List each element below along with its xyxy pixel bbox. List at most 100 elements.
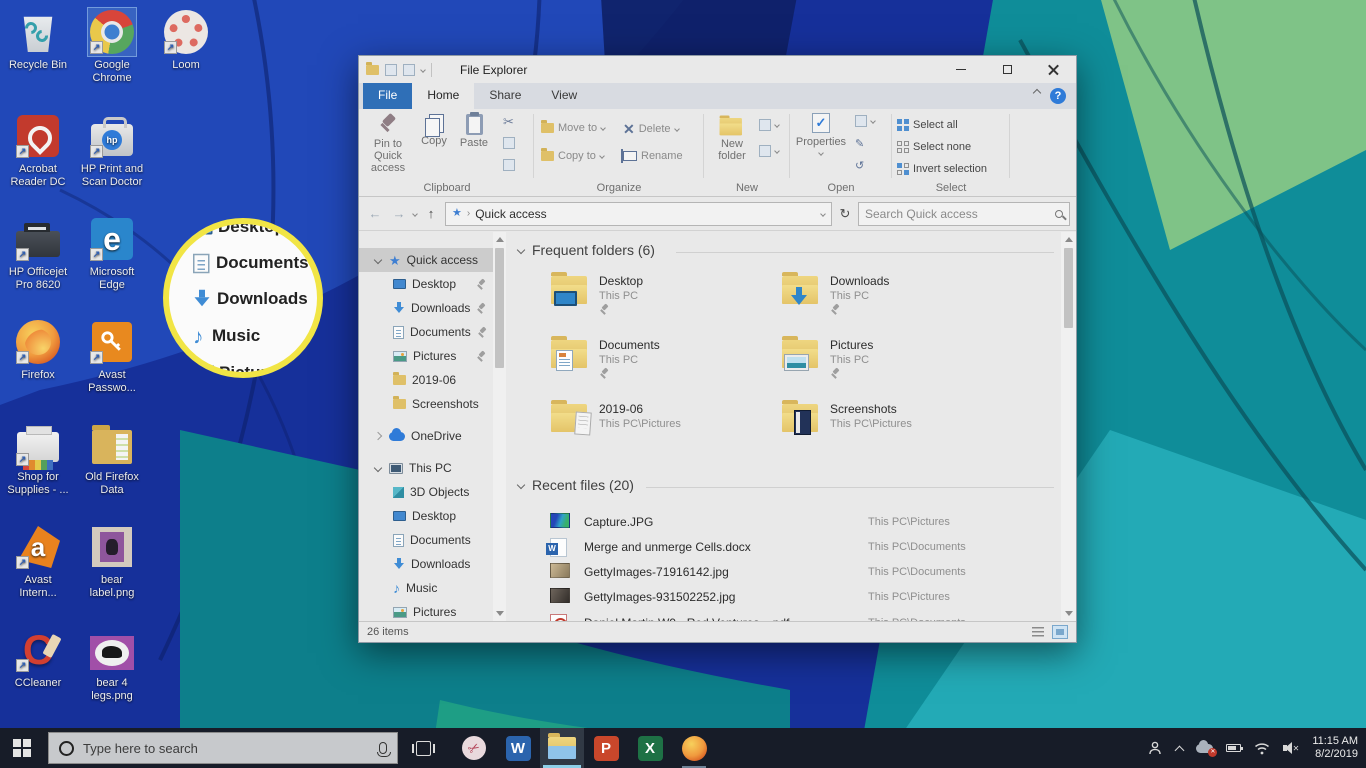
recent-file-row[interactable]: Capture.JPG This PC\Pictures (550, 512, 1046, 534)
copy-button[interactable]: Copy (415, 113, 453, 147)
nav-this-pc[interactable]: This PC (359, 456, 493, 480)
chevron-right-icon[interactable] (373, 431, 383, 441)
nav-scrollbar[interactable] (493, 232, 506, 621)
microphone-icon[interactable] (377, 742, 391, 757)
nav-pc-downloads[interactable]: Downloads (359, 552, 493, 576)
pin-to-quick-access-button[interactable]: Pin to Quick access (363, 113, 413, 174)
recent-file-row[interactable]: GettyImages-931502252.jpg This PC\Pictur… (550, 587, 1046, 609)
maximize-button[interactable] (984, 56, 1030, 83)
copy-path-button[interactable] (503, 137, 515, 149)
frequent-folders-header[interactable]: Frequent folders (6) (516, 242, 655, 258)
scroll-up-icon[interactable] (1064, 237, 1073, 242)
title-bar[interactable]: File Explorer (359, 56, 1076, 83)
easy-access-button[interactable] (759, 145, 780, 157)
paste-button[interactable]: Paste (455, 112, 493, 149)
desktop-icon-bear-label[interactable]: bear label.png (74, 523, 150, 600)
desktop-icon-acrobat[interactable]: Acrobat Reader DC (0, 112, 76, 189)
minimize-button[interactable] (938, 56, 984, 83)
search-box[interactable] (858, 201, 1070, 226)
cut-button[interactable] (503, 115, 514, 128)
properties-button[interactable]: Properties (793, 113, 849, 156)
new-folder-button[interactable]: New folder (707, 113, 757, 162)
nav-onedrive[interactable]: OneDrive (359, 424, 493, 448)
frequent-folder-screenshots[interactable]: Screenshots This PC\Pictures (782, 400, 1002, 458)
nav-pc-documents[interactable]: Documents (359, 528, 493, 552)
refresh-icon[interactable]: ↻ (836, 206, 854, 222)
frequent-folder-desktop[interactable]: Desktop This PC (551, 272, 771, 330)
desktop-icon-avast-internet[interactable]: Avast Intern... (0, 523, 76, 600)
desktop-icon-google-chrome[interactable]: Google Chrome (74, 7, 150, 85)
nav-documents[interactable]: Documents (359, 320, 493, 344)
taskbar-app-powerpoint[interactable] (584, 728, 628, 768)
forward-button[interactable]: → (389, 206, 409, 221)
frequent-folder-downloads[interactable]: Downloads This PC (782, 272, 1002, 330)
taskbar-app-file-explorer[interactable] (540, 728, 584, 768)
tab-view[interactable]: View (536, 83, 592, 109)
desktop-icon-recycle-bin[interactable]: Recycle Bin (0, 8, 76, 72)
desktop-icon-loom[interactable]: Loom (148, 8, 224, 72)
desktop-icon-bear-4-legs[interactable]: bear 4 legs.png (74, 626, 150, 703)
taskbar-app-excel[interactable] (628, 728, 672, 768)
select-all-button[interactable]: Select all (897, 119, 958, 131)
desktop-icon-hp-officejet[interactable]: HP Officejet Pro 8620 (0, 215, 76, 292)
nav-pictures[interactable]: Pictures (359, 344, 493, 368)
scroll-up-icon[interactable] (496, 237, 504, 242)
people-icon[interactable] (1147, 740, 1163, 756)
start-button[interactable] (0, 728, 44, 768)
search-input[interactable] (865, 206, 1050, 221)
taskbar-search-box[interactable] (48, 732, 398, 764)
nav-screenshots[interactable]: Screenshots (359, 392, 493, 416)
taskbar-app-word[interactable] (496, 728, 540, 768)
nav-desktop[interactable]: Desktop (359, 272, 493, 296)
copy-to-button[interactable]: Copy to (541, 148, 605, 162)
taskbar-app-firefox[interactable] (672, 728, 716, 768)
recent-locations-chevron-icon[interactable] (412, 210, 418, 217)
recent-file-row[interactable]: GettyImages-71916142.jpg This PC\Documen… (550, 562, 1046, 584)
show-hidden-icons-chevron[interactable] (1174, 745, 1185, 755)
address-field[interactable]: › Quick access (445, 201, 832, 226)
qat-customize-chevron-icon[interactable] (420, 66, 426, 73)
scroll-down-icon[interactable] (1064, 611, 1073, 616)
nav-quick-access[interactable]: Quick access (359, 248, 493, 272)
invert-selection-button[interactable]: Invert selection (897, 163, 987, 175)
open-button[interactable] (855, 115, 876, 127)
qat-new-folder-icon[interactable] (403, 63, 415, 76)
scroll-down-icon[interactable] (496, 611, 504, 616)
desktop-icon-old-firefox-data[interactable]: Old Firefox Data (74, 420, 150, 497)
paste-shortcut-button[interactable] (503, 159, 515, 171)
taskbar-search-input[interactable] (83, 740, 370, 756)
nav-pc-music[interactable]: Music (359, 576, 493, 600)
volume-muted-icon[interactable] (1283, 742, 1299, 754)
recent-file-row[interactable]: Merge and unmerge Cells.docx This PC\Doc… (546, 537, 1046, 559)
history-button[interactable]: ↺ (855, 159, 864, 172)
task-view-button[interactable] (402, 728, 444, 768)
delete-button[interactable]: Delete (623, 122, 680, 136)
frequent-folder-documents[interactable]: Documents This PC (551, 336, 771, 394)
nav-pc-pictures[interactable]: Pictures (359, 600, 493, 621)
up-button[interactable]: ↑ (421, 206, 441, 221)
chevron-down-icon[interactable] (373, 255, 383, 265)
collapse-chevron-icon[interactable] (516, 480, 526, 490)
address-dropdown-chevron-icon[interactable] (820, 210, 826, 217)
taskbar-app-snip[interactable] (452, 728, 496, 768)
close-button[interactable] (1030, 56, 1076, 83)
desktop-icon-avast-passwords[interactable]: Avast Passwo... (74, 318, 150, 395)
back-button[interactable]: ← (365, 206, 385, 221)
desktop-icon-firefox[interactable]: Firefox (0, 318, 76, 382)
frequent-folder-2019-06[interactable]: 2019-06 This PC\Pictures (551, 400, 771, 458)
minimize-ribbon-icon[interactable] (1032, 88, 1042, 98)
main-scrollbar[interactable] (1061, 232, 1076, 621)
collapse-chevron-icon[interactable] (516, 245, 526, 255)
nav-downloads[interactable]: Downloads (359, 296, 493, 320)
edit-button[interactable]: ✎ (855, 137, 864, 150)
recent-file-row[interactable]: Daniel Martin W9 - Red Ventures....pdf T… (550, 613, 1046, 621)
onedrive-error-icon[interactable] (1196, 739, 1218, 757)
tab-share[interactable]: Share (474, 83, 536, 109)
large-icons-view-button[interactable] (1052, 625, 1068, 639)
nav-2019-06[interactable]: 2019-06 (359, 368, 493, 392)
tab-home[interactable]: Home (412, 83, 475, 109)
nav-3d-objects[interactable]: 3D Objects (359, 480, 493, 504)
battery-icon[interactable] (1226, 744, 1244, 752)
move-to-button[interactable]: Move to (541, 120, 606, 134)
scrollbar-thumb[interactable] (1064, 248, 1073, 328)
